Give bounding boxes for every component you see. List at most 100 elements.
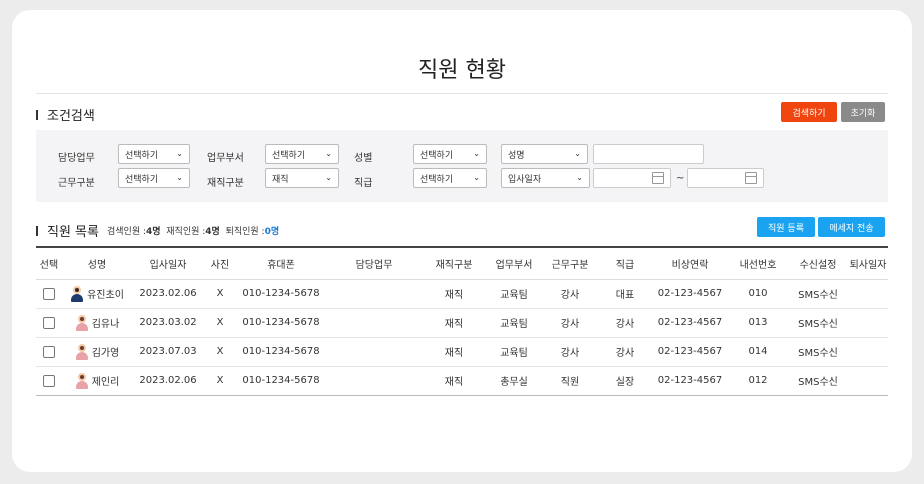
- date-range-tilde: ~: [676, 173, 685, 184]
- date-from-input[interactable]: [593, 168, 671, 188]
- search-section-title: 조건검색: [36, 105, 95, 124]
- chevron-down-icon: ⌄: [574, 149, 581, 158]
- row-checkbox[interactable]: [43, 374, 55, 387]
- cell-emergency: 02-123-4567: [652, 308, 728, 338]
- cell-work-type: 강사: [542, 337, 598, 367]
- name-cell: 유진초이: [62, 279, 132, 309]
- table-row[interactable]: 김유나 2023.03.02 X 010-1234-5678 재직 교육팀 강사 강사 02-1…: [36, 308, 888, 338]
- cell-receive: SMS수신: [788, 366, 848, 396]
- dept-label: 업무부서: [207, 153, 244, 164]
- register-employee-button[interactable]: 직원 등록: [757, 217, 815, 237]
- chevron-down-icon: ⌄: [473, 149, 480, 158]
- cell-rank: 대표: [598, 279, 652, 309]
- cell-retire-date: [848, 308, 888, 338]
- select-cell: [36, 308, 62, 338]
- chevron-down-icon: ⌄: [176, 173, 183, 182]
- female-avatar-icon: [75, 343, 89, 360]
- select-cell: [36, 337, 62, 367]
- name-cell: 김유나: [62, 308, 132, 338]
- duty-label: 담당업무: [58, 153, 95, 164]
- cell-dept: 교육팀: [486, 308, 542, 338]
- employee-name[interactable]: 제인리: [92, 373, 120, 388]
- female-avatar-icon: [75, 314, 89, 331]
- send-message-button[interactable]: 메세지 전송: [818, 217, 885, 237]
- column-header: 재직구분: [422, 246, 486, 280]
- rank-select[interactable]: 선택하기 ⌄: [413, 168, 487, 188]
- cell-emergency: 02-123-4567: [652, 279, 728, 309]
- employee-counts: 검색인원 :4명 재직인원 :4명 퇴직인원 :0명: [106, 227, 280, 237]
- cell-phone: 010-1234-5678: [236, 337, 326, 367]
- cell-ext: 013: [728, 308, 788, 338]
- column-header: 담당업무: [326, 246, 422, 280]
- table-row[interactable]: 김가영 2023.07.03 X 010-1234-5678 재직 교육팀 강사 강사 02-1…: [36, 337, 888, 367]
- cell-status: 재직: [422, 308, 486, 338]
- table-header-row: 선택 성명 입사일자 사진 휴대폰 담당업무 재직구분 업무부서 근무구분 직급…: [36, 246, 888, 280]
- cell-duty: [326, 337, 422, 367]
- cell-phone: 010-1234-5678: [236, 308, 326, 338]
- name-input[interactable]: [593, 144, 704, 164]
- table-row[interactable]: 제인리 2023.02.06 X 010-1234-5678 재직 총무실 직원 실장 02-1…: [36, 366, 888, 396]
- cell-dept: 총무실: [486, 366, 542, 396]
- gender-label: 성별: [354, 153, 373, 164]
- cell-duty: [326, 366, 422, 396]
- name-type-select[interactable]: 성명 ⌄: [501, 144, 588, 164]
- cell-receive: SMS수신: [788, 308, 848, 338]
- employee-name[interactable]: 김유나: [92, 315, 120, 330]
- cell-dept: 교육팀: [486, 337, 542, 367]
- chevron-down-icon: ⌄: [176, 149, 183, 158]
- cell-retire-date: [848, 279, 888, 309]
- cell-hire-date: 2023.07.03: [132, 337, 204, 367]
- calendar-icon[interactable]: [745, 172, 757, 184]
- cell-ext: 010: [728, 279, 788, 309]
- worktype-select[interactable]: 선택하기 ⌄: [118, 168, 190, 188]
- cell-rank: 강사: [598, 337, 652, 367]
- search-button[interactable]: 검색하기: [781, 102, 837, 122]
- column-header: 휴대폰: [236, 246, 326, 280]
- cell-phone: 010-1234-5678: [236, 279, 326, 309]
- gender-select[interactable]: 선택하기 ⌄: [413, 144, 487, 164]
- row-checkbox[interactable]: [43, 316, 55, 329]
- cell-duty: [326, 279, 422, 309]
- employee-name[interactable]: 유진초이: [87, 286, 124, 301]
- date-to-input[interactable]: [687, 168, 764, 188]
- employee-name[interactable]: 김가영: [92, 344, 120, 359]
- cell-dept: 교육팀: [486, 279, 542, 309]
- cell-hire-date: 2023.02.06: [132, 279, 204, 309]
- cell-phone: 010-1234-5678: [236, 366, 326, 396]
- status-select[interactable]: 재직 ⌄: [265, 168, 339, 188]
- divider: [36, 93, 888, 94]
- cell-status: 재직: [422, 279, 486, 309]
- cell-emergency: 02-123-4567: [652, 366, 728, 396]
- row-checkbox[interactable]: [43, 345, 55, 358]
- column-header: 업무부서: [486, 246, 542, 280]
- column-header: 비상연락: [652, 246, 728, 280]
- column-header: 내선번호: [728, 246, 788, 280]
- cell-work-type: 강사: [542, 308, 598, 338]
- table-row[interactable]: 유진초이 2023.02.06 X 010-1234-5678 재직 교육팀 강사 대표 02-…: [36, 279, 888, 309]
- cell-receive: SMS수신: [788, 279, 848, 309]
- column-header: 수신설정: [788, 246, 848, 280]
- cell-ext: 012: [728, 366, 788, 396]
- chevron-down-icon: ⌄: [325, 149, 332, 158]
- dept-select[interactable]: 선택하기 ⌄: [265, 144, 339, 164]
- rank-label: 직급: [354, 178, 373, 189]
- date-type-select[interactable]: 입사일자 ⌄: [501, 168, 590, 188]
- cell-receive: SMS수신: [788, 337, 848, 367]
- cell-work-type: 강사: [542, 279, 598, 309]
- female-avatar-icon: [75, 372, 89, 389]
- column-header: 근무구분: [542, 246, 598, 280]
- duty-select[interactable]: 선택하기 ⌄: [118, 144, 190, 164]
- cell-rank: 실장: [598, 366, 652, 396]
- calendar-icon[interactable]: [652, 172, 664, 184]
- select-cell: [36, 279, 62, 309]
- column-header: 퇴사일자: [848, 246, 888, 280]
- list-section-title: 직원 목록 검색인원 :4명 재직인원 :4명 퇴직인원 :0명: [36, 221, 279, 240]
- cell-photo: X: [204, 279, 236, 309]
- cell-retire-date: [848, 366, 888, 396]
- chevron-down-icon: ⌄: [473, 173, 480, 182]
- cell-emergency: 02-123-4567: [652, 337, 728, 367]
- cell-hire-date: 2023.02.06: [132, 366, 204, 396]
- row-checkbox[interactable]: [43, 287, 55, 300]
- reset-button[interactable]: 초기화: [841, 102, 885, 122]
- cell-work-type: 직원: [542, 366, 598, 396]
